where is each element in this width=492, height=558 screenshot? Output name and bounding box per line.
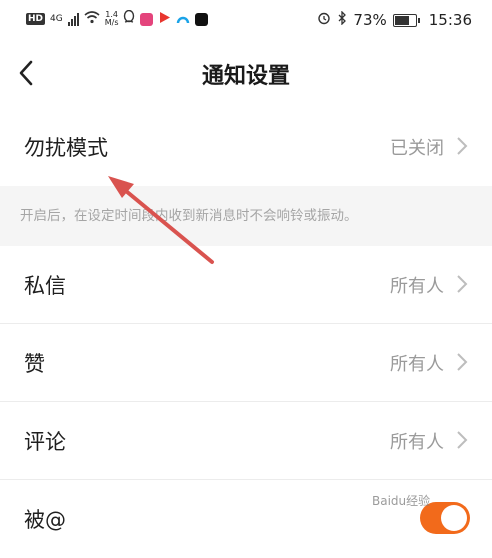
chevron-right-icon [457, 275, 468, 293]
battery-fill [394, 15, 409, 25]
baidu-watermark: Baidu经验 [372, 492, 430, 509]
toggle-knob [441, 505, 467, 531]
net-speed-unit: M/s [104, 18, 119, 27]
likes-value: 所有人 [390, 354, 444, 375]
chevron-right-icon [457, 431, 468, 449]
alarm-icon [317, 11, 331, 29]
likes-label: 赞 [24, 352, 45, 376]
play-icon [158, 10, 171, 28]
watermark-text: Baidu经验 [372, 494, 431, 508]
arc-app-icon [176, 10, 190, 28]
messages-value: 所有人 [390, 276, 444, 297]
mentions-label: 被@ [24, 508, 66, 532]
wifi-icon [84, 10, 100, 28]
page-title: 通知设置 [201, 64, 290, 89]
battery-icon [392, 13, 420, 27]
chevron-right-icon [457, 353, 468, 371]
dnd-label: 勿扰模式 [24, 136, 108, 160]
hd-badge: HD [26, 13, 46, 25]
battery-percent: 73% [353, 11, 387, 29]
comments-label: 评论 [24, 430, 66, 454]
chevron-right-icon [457, 137, 468, 155]
setting-row-comments[interactable]: 评论 所有人 [0, 402, 492, 480]
dnd-hint-panel: 开启后，在设定时间段内收到新消息时不会响铃或振动。 [0, 186, 492, 246]
network-type: 4G [50, 14, 63, 24]
messages-label: 私信 [24, 274, 66, 298]
net-speed: 1.4 M/s [105, 11, 119, 27]
signal-icon [67, 12, 79, 26]
qq-icon [123, 9, 135, 28]
setting-row-messages[interactable]: 私信 所有人 [0, 246, 492, 324]
status-right: 73% 15:36 [317, 10, 472, 29]
nav-bar: 通知设置 [0, 42, 492, 106]
dnd-hint-text: 开启后，在设定时间段内收到新消息时不会响铃或振动。 [20, 208, 358, 224]
tiktok-icon [195, 12, 209, 26]
status-time: 15:36 [428, 11, 472, 29]
comments-value: 所有人 [390, 432, 444, 453]
status-bar: HD 4G 1.4 M/s 73% 15:36 [0, 0, 492, 42]
bluetooth-icon [337, 10, 347, 29]
setting-row-likes[interactable]: 赞 所有人 [0, 324, 492, 402]
status-left: HD 4G 1.4 M/s [26, 9, 209, 28]
app-icon-pink [140, 12, 154, 26]
setting-row-dnd[interactable]: 勿扰模式 已关闭 [0, 108, 492, 186]
dnd-value: 已关闭 [390, 138, 444, 159]
